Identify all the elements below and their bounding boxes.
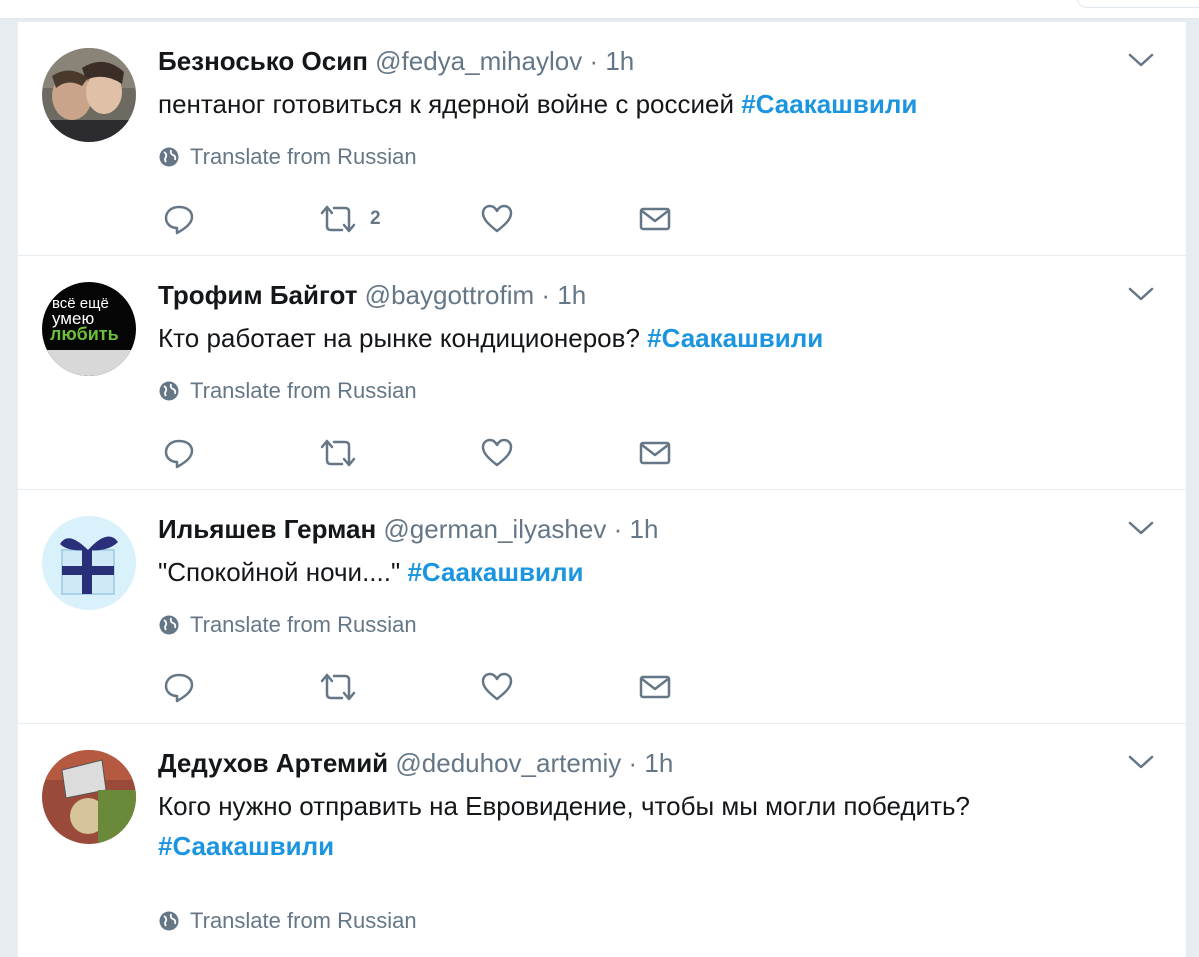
retweet-icon bbox=[320, 439, 356, 467]
reply-icon bbox=[164, 673, 194, 703]
separator: · bbox=[613, 514, 623, 544]
translate-label: Translate from Russian bbox=[190, 378, 417, 403]
search-box-edge[interactable] bbox=[1077, 0, 1199, 8]
chevron-down-icon[interactable] bbox=[1126, 284, 1156, 304]
timestamp[interactable]: 1h bbox=[630, 514, 659, 544]
like-button[interactable] bbox=[480, 436, 514, 470]
tweet-actions bbox=[162, 670, 702, 704]
chevron-down-icon[interactable] bbox=[1126, 752, 1156, 772]
reply-button[interactable] bbox=[162, 436, 196, 470]
timestamp[interactable]: 1h bbox=[605, 46, 634, 76]
dm-button[interactable] bbox=[638, 202, 672, 236]
user-name[interactable]: Трофим Байгот bbox=[158, 280, 357, 310]
separator: · bbox=[628, 748, 638, 778]
tweet-text: Кого нужно отправить на Евровидение, что… bbox=[158, 786, 1058, 866]
hashtag-link[interactable]: #Саакашвили bbox=[647, 323, 823, 353]
timestamp[interactable]: 1h bbox=[557, 280, 586, 310]
like-button[interactable] bbox=[480, 670, 514, 704]
retweet-icon bbox=[320, 205, 356, 233]
translate-label: Translate from Russian bbox=[190, 908, 417, 933]
tweet-text: Кто работает на рынке кондиционеров? #Са… bbox=[158, 318, 1058, 358]
heart-icon bbox=[481, 204, 513, 233]
avatar[interactable]: всё ещё умею любить bbox=[42, 282, 136, 376]
chevron-down-icon[interactable] bbox=[1126, 50, 1156, 70]
user-name[interactable]: Ильяшев Герман bbox=[158, 514, 376, 544]
tweet-body: Кого нужно отправить на Евровидение, что… bbox=[158, 791, 970, 821]
avatar[interactable] bbox=[42, 750, 136, 844]
tweet-header: Трофим Байгот @baygottrofim · 1h bbox=[158, 278, 586, 312]
user-name[interactable]: Дедухов Артемий bbox=[158, 748, 388, 778]
hashtag-link[interactable]: #Саакашвили bbox=[741, 89, 917, 119]
reply-icon bbox=[164, 439, 194, 469]
reply-button[interactable] bbox=[162, 670, 196, 704]
retweet-button[interactable]: 2 bbox=[318, 202, 381, 236]
tweet[interactable]: Безносько Осип @fedya_mihaylov · 1h пент… bbox=[18, 22, 1186, 256]
retweet-button[interactable] bbox=[318, 436, 370, 470]
translate-link[interactable]: Translate from Russian bbox=[158, 612, 417, 638]
globe-icon bbox=[159, 615, 179, 635]
user-handle[interactable]: @german_ilyashev bbox=[383, 514, 606, 544]
tweet-body: Кто работает на рынке кондиционеров? bbox=[158, 323, 648, 353]
tweet-header: Безносько Осип @fedya_mihaylov · 1h bbox=[158, 44, 634, 78]
globe-icon bbox=[159, 381, 179, 401]
heart-icon bbox=[481, 672, 513, 701]
retweet-icon bbox=[320, 673, 356, 701]
tweet[interactable]: всё ещё умею любить Трофим Байгот @baygo… bbox=[18, 256, 1186, 490]
tweet-text: пентаног готовиться к ядерной войне с ро… bbox=[158, 84, 1058, 124]
reply-button[interactable] bbox=[162, 202, 196, 236]
separator: · bbox=[541, 280, 551, 310]
translate-link[interactable]: Translate from Russian bbox=[158, 908, 417, 934]
tweet-header: Ильяшев Герман @german_ilyashev · 1h bbox=[158, 512, 658, 546]
user-handle[interactable]: @fedya_mihaylov bbox=[375, 46, 582, 76]
retweet-button[interactable] bbox=[318, 670, 370, 704]
dm-button[interactable] bbox=[638, 670, 672, 704]
hashtag-link[interactable]: #Саакашвили bbox=[407, 557, 583, 587]
translate-link[interactable]: Translate from Russian bbox=[158, 378, 417, 404]
globe-icon bbox=[159, 147, 179, 167]
dm-button[interactable] bbox=[638, 436, 672, 470]
tweet[interactable]: Дедухов Артемий @deduhov_artemiy · 1h Ко… bbox=[18, 724, 1186, 957]
user-handle[interactable]: @deduhov_artemiy bbox=[395, 748, 621, 778]
translate-label: Translate from Russian bbox=[190, 144, 417, 169]
like-button[interactable] bbox=[480, 202, 514, 236]
user-handle[interactable]: @baygottrofim bbox=[365, 280, 534, 310]
heart-icon bbox=[481, 438, 513, 467]
translate-label: Translate from Russian bbox=[190, 612, 417, 637]
reply-icon bbox=[164, 205, 194, 235]
tweet-header: Дедухов Артемий @deduhov_artemiy · 1h bbox=[158, 746, 673, 780]
tweet-text: "Спокойной ночи...." #Саакашвили bbox=[158, 552, 1058, 592]
user-name[interactable]: Безносько Осип bbox=[158, 46, 368, 76]
avatar-caption: любить bbox=[50, 324, 119, 344]
avatar[interactable] bbox=[42, 516, 136, 610]
tweet-body: пентаног готовиться к ядерной войне с ро… bbox=[158, 89, 742, 119]
top-bar bbox=[0, 0, 1199, 19]
envelope-icon bbox=[639, 441, 671, 465]
envelope-icon bbox=[639, 675, 671, 699]
tweet-actions: 2 bbox=[162, 202, 702, 236]
retweet-count: 2 bbox=[370, 208, 381, 229]
avatar[interactable] bbox=[42, 48, 136, 142]
envelope-icon bbox=[639, 207, 671, 231]
translate-link[interactable]: Translate from Russian bbox=[158, 144, 417, 170]
timestamp[interactable]: 1h bbox=[644, 748, 673, 778]
tweet-feed: Безносько Осип @fedya_mihaylov · 1h пент… bbox=[18, 22, 1186, 957]
globe-icon bbox=[159, 911, 179, 931]
separator: · bbox=[589, 46, 599, 76]
tweet-actions bbox=[162, 436, 702, 470]
chevron-down-icon[interactable] bbox=[1126, 518, 1156, 538]
hashtag-link[interactable]: #Саакашвили bbox=[158, 831, 334, 861]
tweet-body: "Спокойной ночи...." bbox=[158, 557, 408, 587]
tweet[interactable]: Ильяшев Герман @german_ilyashev · 1h "Сп… bbox=[18, 490, 1186, 724]
